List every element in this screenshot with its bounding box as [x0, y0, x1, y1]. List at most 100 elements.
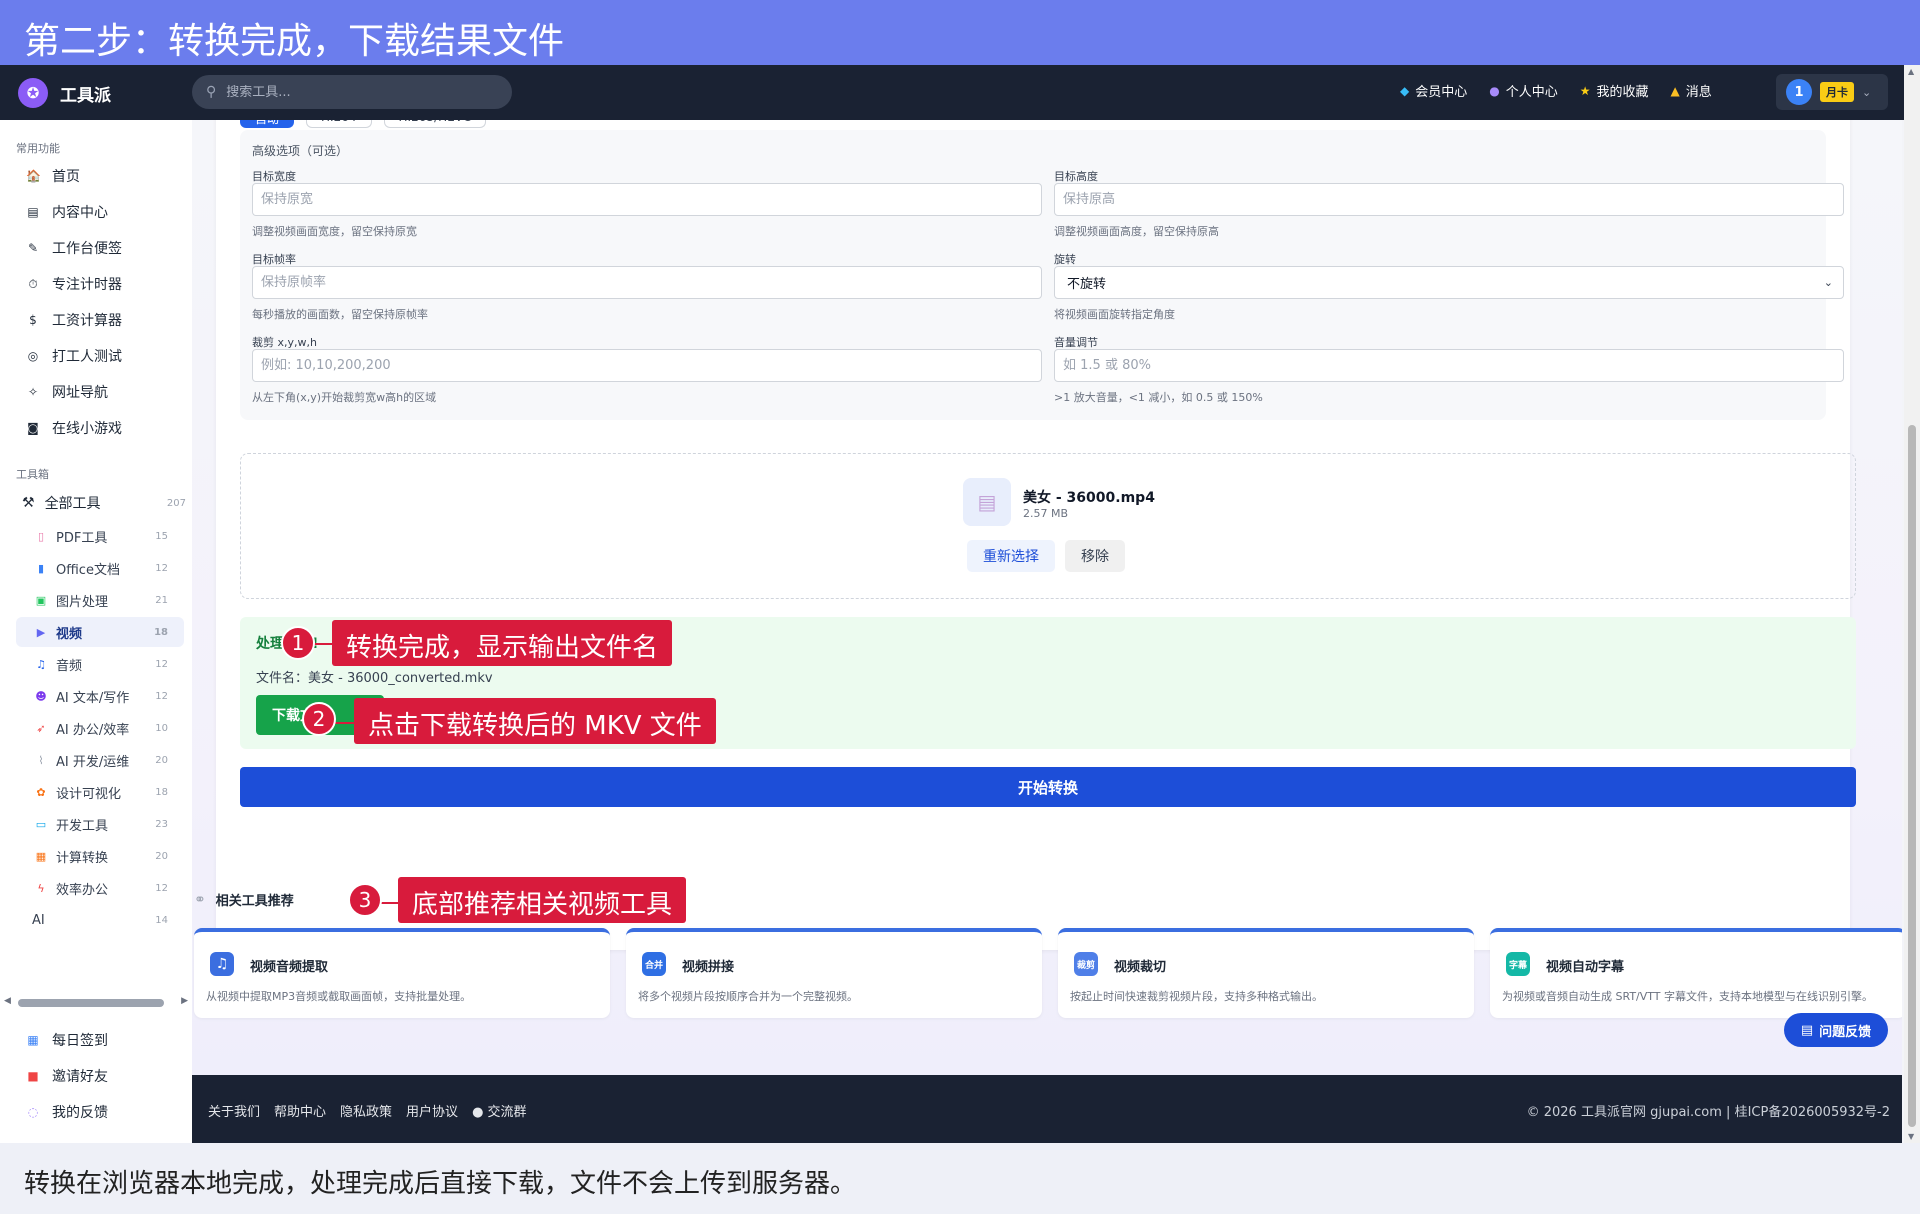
sidebar-item-video[interactable]: ▶ 视频 18: [16, 617, 184, 647]
timer-icon: ⏱: [28, 276, 38, 291]
tool-label: AI 办公/效率: [56, 722, 130, 738]
related-tool-desc: 按起止时间快速裁剪视频片段，支持多种格式输出。: [1070, 990, 1323, 1003]
footer-link-group[interactable]: ● 交流群: [472, 1101, 527, 1120]
scroll-down-icon[interactable]: ▼: [1908, 1132, 1914, 1141]
related-tool-card[interactable]: 裁剪 视频裁切 按起止时间快速裁剪视频片段，支持多种格式输出。: [1058, 928, 1474, 1018]
sidebar-item-dev-tools[interactable]: ▭ 开发工具 23: [16, 809, 184, 839]
home-icon: 🏠: [26, 169, 41, 183]
sidebar-item-notes[interactable]: ✎ 工作台便签: [16, 232, 186, 264]
sidebar: 常用功能 🏠 首页 ▤ 内容中心 ✎ 工作台便签 ⏱ 专注计时器 $ 工资计算器 ◎ 打工人…: [0, 120, 192, 1143]
related-tool-title: 视频音频提取: [250, 960, 329, 975]
tab-codec-h264[interactable]: H.264: [306, 120, 372, 128]
search-input[interactable]: [226, 84, 487, 100]
personal-center-link[interactable]: ● 个人中心: [1489, 81, 1558, 101]
avatar: 1: [1786, 79, 1812, 105]
music-icon: ♫: [210, 952, 234, 976]
sidebar-item-content[interactable]: ▤ 内容中心: [16, 196, 186, 228]
scrollbar-thumb[interactable]: [18, 999, 164, 1007]
footer-link-about[interactable]: 关于我们: [208, 1101, 260, 1120]
scroll-left-icon[interactable]: ◀: [4, 996, 11, 1006]
sidebar-item-salary[interactable]: $ 工资计算器: [16, 304, 186, 336]
sidebar-item-audio[interactable]: ♫ 音频 12: [16, 649, 184, 679]
link-icon: ⚭: [194, 891, 206, 908]
sidebar-item-url-nav[interactable]: ✧ 网址导航: [16, 376, 186, 408]
app-name[interactable]: 工具派: [60, 81, 111, 106]
callout-label-2: 点击下载转换后的 MKV 文件: [354, 698, 716, 744]
tool-label: AI: [32, 912, 45, 928]
money-icon: $: [29, 313, 37, 327]
sidebar-item-image[interactable]: ▣ 图片处理 21: [16, 585, 184, 615]
star-icon: ★: [1579, 83, 1591, 98]
sidebar-item-design[interactable]: ✿ 设计可视化 18: [16, 777, 184, 807]
feedback-label: 问题反馈: [1819, 1024, 1872, 1040]
tab-codec-auto[interactable]: 自动: [240, 120, 295, 128]
gift-icon: ■: [27, 1069, 39, 1083]
sidebar-horizontal-scrollbar[interactable]: ◀ ▶: [4, 996, 188, 1008]
advanced-title: 高级选项（可选）: [252, 144, 349, 158]
scroll-up-icon[interactable]: ▲: [1908, 67, 1914, 76]
sidebar-item-ai-writing[interactable]: ☻ AI 文本/写作 12: [16, 681, 184, 711]
bone-icon: ⌇: [38, 753, 44, 767]
video-icon: ▶: [36, 625, 46, 639]
sidebar-item-all-tools[interactable]: ⚒ 全部工具 207: [16, 488, 190, 518]
file-drop-zone[interactable]: ▤ 美女 - 36000.mp4 2.57 MB 重新选择 移除: [240, 453, 1856, 599]
crop-input[interactable]: [252, 349, 1042, 382]
related-tool-card[interactable]: ♫ 视频音频提取 从视频中提取MP3音频或截取画面帧，支持批量处理。: [194, 928, 610, 1018]
messages-link[interactable]: ▲ 消息: [1671, 81, 1712, 101]
caption-text: 转换在浏览器本地完成，处理完成后直接下载，文件不会上传到服务器。: [24, 1169, 857, 1199]
personal-center-label: 个人中心: [1505, 85, 1558, 100]
footer-link-privacy[interactable]: 隐私政策: [340, 1101, 392, 1120]
footer-link-terms[interactable]: 用户协议: [406, 1101, 458, 1120]
sidebar-item-checkin[interactable]: ▦ 每日签到: [16, 1024, 186, 1056]
sidebar-item-calc[interactable]: ▦ 计算转换 20: [16, 841, 184, 871]
monitor-icon: ▭: [35, 817, 47, 831]
content-icon: ▤: [27, 205, 39, 219]
sidebar-item-office[interactable]: ▮ Office文档 12: [16, 553, 184, 583]
related-tool-card[interactable]: 字幕 视频自动字幕 为视频或音频自动生成 SRT/VTT 字幕文件，支持本地模型…: [1490, 928, 1902, 1018]
file-name: 美女 - 36000.mp4: [1023, 490, 1155, 506]
tab-codec-h265[interactable]: H.265/HEVC: [383, 120, 487, 128]
width-label: 目标宽度: [252, 170, 296, 183]
note-icon: ✎: [27, 241, 39, 255]
tool-label: 计算转换: [56, 850, 109, 866]
remove-button[interactable]: 移除: [1065, 540, 1125, 572]
sidebar-item-home[interactable]: 🏠 首页: [16, 160, 186, 192]
footer-link-help[interactable]: 帮助中心: [274, 1101, 326, 1120]
start-convert-button[interactable]: 开始转换: [240, 767, 1856, 807]
robot-icon: ☻: [35, 689, 47, 703]
scrollbar-thumb[interactable]: [1908, 425, 1916, 1127]
rotate-select[interactable]: 不旋转 ⌄: [1054, 266, 1844, 299]
merge-icon: 合并: [642, 952, 666, 976]
page-vertical-scrollbar[interactable]: ▲ ▼: [1904, 65, 1920, 1143]
sidebar-item-ai-office[interactable]: ➶ AI 办公/效率 10: [16, 713, 184, 743]
office-icon: ▮: [37, 561, 45, 575]
sidebar-item-games[interactable]: ◙ 在线小游戏: [16, 412, 186, 444]
sidebar-item-efficiency[interactable]: ϟ 效率办公 12: [16, 873, 184, 903]
reselect-button[interactable]: 重新选择: [967, 540, 1055, 572]
top-navbar: ✪ 工具派 ⚲ ◆ 会员中心 ● 个人中心 ★ 我的收藏 ▲ 消息 1 月卡 ⌄: [0, 65, 1920, 120]
scroll-right-icon[interactable]: ▶: [181, 996, 188, 1006]
related-tool-desc: 将多个视频片段按顺序合并为一个完整视频。: [638, 990, 858, 1003]
rotate-hint: 将视频画面旋转指定角度: [1054, 308, 1175, 321]
height-input[interactable]: [1054, 183, 1844, 216]
tool-label: 效率办公: [56, 882, 109, 898]
sidebar-item-invite[interactable]: ■ 邀请好友: [16, 1060, 186, 1092]
member-center-link[interactable]: ◆ 会员中心: [1400, 81, 1467, 101]
user-menu[interactable]: 1 月卡 ⌄: [1776, 74, 1888, 110]
related-tool-title: 视频拼接: [682, 960, 735, 975]
related-tool-card[interactable]: 合并 视频拼接 将多个视频片段按顺序合并为一个完整视频。: [626, 928, 1042, 1018]
sidebar-item-ai[interactable]: AI 14: [16, 905, 184, 935]
sidebar-item-feedback[interactable]: ◌ 我的反馈: [16, 1096, 186, 1128]
sidebar-item-pdf[interactable]: ▯ PDF工具 15: [16, 521, 184, 551]
sidebar-item-worker-test[interactable]: ◎ 打工人测试: [16, 340, 186, 372]
logo-icon[interactable]: ✪: [18, 78, 48, 108]
width-input[interactable]: [252, 183, 1042, 216]
fps-input[interactable]: [252, 266, 1042, 299]
feedback-button[interactable]: ▤ 问题反馈: [1784, 1013, 1888, 1047]
sidebar-item-timer[interactable]: ⏱ 专注计时器: [16, 268, 186, 300]
sidebar-item-ai-devops[interactable]: ⌇ AI 开发/运维 20: [16, 745, 184, 775]
favorites-link[interactable]: ★ 我的收藏: [1579, 81, 1649, 101]
callout-number-1: 1: [281, 626, 315, 660]
search-box[interactable]: ⚲: [192, 75, 512, 109]
volume-input[interactable]: [1054, 349, 1844, 382]
